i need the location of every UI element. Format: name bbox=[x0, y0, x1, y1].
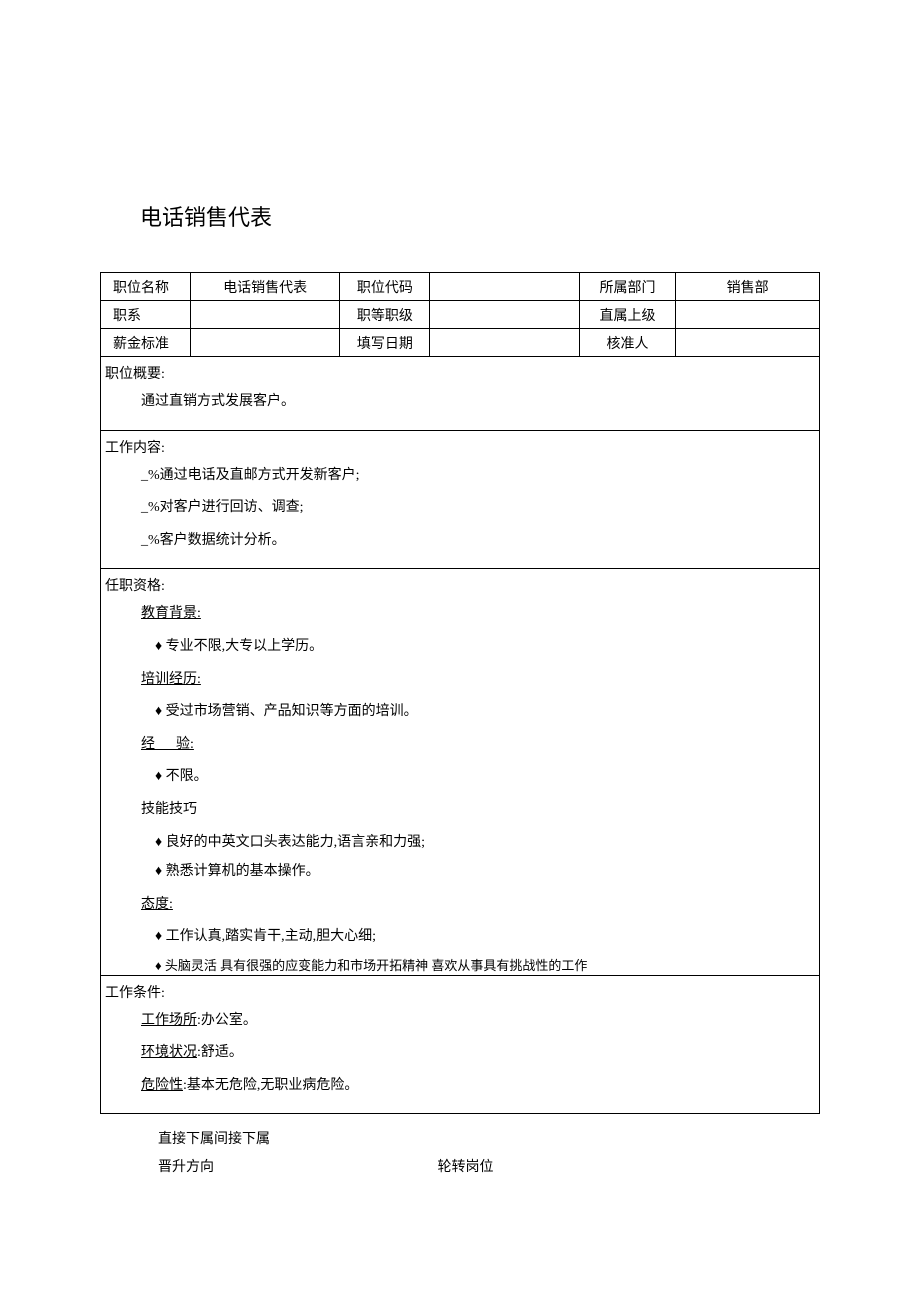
val-salary bbox=[190, 329, 340, 357]
val-approver bbox=[676, 329, 820, 357]
cond-env: 环境状况:舒适。 bbox=[101, 1040, 819, 1067]
lbl-approver: 核准人 bbox=[579, 329, 675, 357]
qualification-box: 任职资格: 教育背景: ♦ 专业不限,大专以上学历。 培训经历: ♦ 受过市场营… bbox=[100, 569, 820, 975]
overview-box: 职位概要: 通过直销方式发展客户。 bbox=[100, 357, 820, 431]
header-table: 职位名称 电话销售代表 职位代码 所属部门 销售部 职系 职等职级 直属上级 薪… bbox=[100, 272, 820, 357]
train-item: ♦ 受过市场营销、产品知识等方面的培训。 bbox=[101, 699, 819, 726]
lbl-position-name: 职位名称 bbox=[101, 273, 191, 301]
train-heading-text: 培训经历: bbox=[141, 672, 201, 687]
val-department: 销售部 bbox=[676, 273, 820, 301]
header-row: 职系 职等职级 直属上级 bbox=[101, 301, 820, 329]
val-position-name: 电话销售代表 bbox=[190, 273, 340, 301]
footer-line1: 直接下属间接下属 bbox=[158, 1126, 820, 1154]
val-position-code bbox=[430, 273, 580, 301]
footer-line2: 晋升方向 轮转岗位 bbox=[158, 1154, 820, 1182]
val-supervisor bbox=[676, 301, 820, 329]
skill-item: ♦ 良好的中英文口头表达能力,语言亲和力强; bbox=[101, 830, 819, 857]
lbl-position-code: 职位代码 bbox=[340, 273, 430, 301]
page-title: 电话销售代表 bbox=[140, 200, 820, 232]
content-label: 工作内容: bbox=[101, 437, 819, 457]
lbl-department: 所属部门 bbox=[579, 273, 675, 301]
attitude-heading: 态度: bbox=[101, 892, 819, 919]
content-item: _%通过电话及直邮方式开发新客户; bbox=[101, 463, 819, 490]
cond-risk: 危险性:基本无危险,无职业病危险。 bbox=[101, 1073, 819, 1100]
edu-item: ♦ 专业不限,大专以上学历。 bbox=[101, 634, 819, 661]
val-fill-date bbox=[430, 329, 580, 357]
exp-heading: 经 验: bbox=[101, 732, 819, 759]
content-box: 工作内容: _%通过电话及直邮方式开发新客户; _%对客户进行回访、调查; _%… bbox=[100, 431, 820, 570]
exp-heading-text: 经 验: bbox=[141, 737, 194, 752]
content-item: _%对客户进行回访、调查; bbox=[101, 495, 819, 522]
conditions-box: 工作条件: 工作场所:办公室。 环境状况:舒适。 危险性:基本无危险,无职业病危… bbox=[100, 976, 820, 1115]
skill-heading: 技能技巧 bbox=[101, 797, 819, 824]
exp-item: ♦ 不限。 bbox=[101, 764, 819, 791]
cond-place: 工作场所:办公室。 bbox=[101, 1008, 819, 1035]
skill-heading-text: 技能技巧 bbox=[141, 802, 197, 817]
skill-item: ♦ 熟悉计算机的基本操作。 bbox=[101, 859, 819, 886]
lbl-supervisor: 直属上级 bbox=[579, 301, 675, 329]
lbl-fill-date: 填写日期 bbox=[340, 329, 430, 357]
lbl-grade: 职等职级 bbox=[340, 301, 430, 329]
val-job-series bbox=[190, 301, 340, 329]
edu-heading: 教育背景: bbox=[101, 601, 819, 628]
footer-block: 直接下属间接下属 晋升方向 轮转岗位 bbox=[100, 1126, 820, 1182]
attitude-heading-text: 态度: bbox=[141, 897, 173, 912]
footer-promotion: 晋升方向 bbox=[158, 1160, 214, 1175]
lbl-job-series: 职系 bbox=[101, 301, 191, 329]
train-heading: 培训经历: bbox=[101, 667, 819, 694]
lbl-salary: 薪金标准 bbox=[101, 329, 191, 357]
header-row: 职位名称 电话销售代表 职位代码 所属部门 销售部 bbox=[101, 273, 820, 301]
conditions-label: 工作条件: bbox=[101, 982, 819, 1002]
overview-text: 通过直销方式发展客户。 bbox=[101, 389, 819, 416]
overview-label: 职位概要: bbox=[101, 363, 819, 383]
attitude-item: ♦ 工作认真,踏实肯干,主动,胆大心细; bbox=[101, 924, 819, 951]
val-grade bbox=[430, 301, 580, 329]
qualification-label: 任职资格: bbox=[101, 575, 819, 595]
edu-heading-text: 教育背景: bbox=[141, 606, 201, 621]
footer-rotation: 轮转岗位 bbox=[438, 1154, 494, 1182]
header-row: 薪金标准 填写日期 核准人 bbox=[101, 329, 820, 357]
content-item: _%客户数据统计分析。 bbox=[101, 528, 819, 555]
